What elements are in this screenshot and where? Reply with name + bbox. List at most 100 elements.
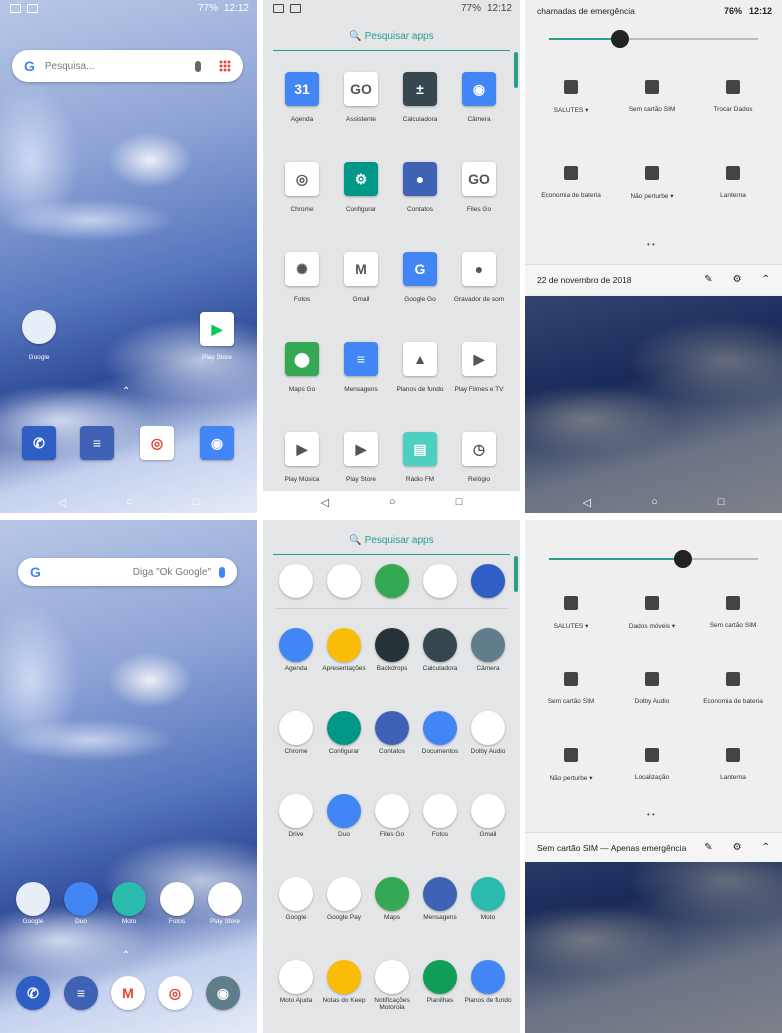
app-icon[interactable] bbox=[279, 711, 313, 745]
qs-tile[interactable]: Não perturbe ▾ bbox=[612, 166, 692, 200]
app-icon[interactable]: ● bbox=[462, 252, 496, 286]
qs-tile[interactable]: Dolby Audio bbox=[612, 672, 692, 705]
favorite-app-icon[interactable] bbox=[375, 564, 409, 598]
app-icon[interactable] bbox=[375, 711, 409, 745]
app-icon[interactable] bbox=[375, 877, 409, 911]
app-icon[interactable]: G bbox=[403, 252, 437, 286]
app-icon[interactable] bbox=[327, 960, 361, 994]
app-icon[interactable] bbox=[471, 877, 505, 911]
scrollbar[interactable] bbox=[514, 52, 518, 88]
app-icon[interactable]: ≡ bbox=[344, 342, 378, 376]
qs-tile[interactable]: Sem cartão SIM bbox=[531, 672, 611, 705]
home-app-icon[interactable] bbox=[64, 882, 98, 916]
app-icon[interactable] bbox=[423, 628, 457, 662]
app-icon[interactable]: GO bbox=[462, 162, 496, 196]
favorite-app-icon[interactable] bbox=[327, 564, 361, 598]
app-icon[interactable]: ◎ bbox=[285, 162, 319, 196]
home-icon[interactable]: ○ bbox=[389, 496, 396, 508]
edit-icon[interactable]: ✎ bbox=[704, 842, 712, 853]
edit-icon[interactable]: ✎ bbox=[704, 274, 712, 285]
google-folder[interactable] bbox=[22, 310, 56, 344]
app-icon[interactable]: ✺ bbox=[285, 252, 319, 286]
mic-icon[interactable] bbox=[219, 566, 225, 578]
favorite-app-icon[interactable] bbox=[471, 564, 505, 598]
mic-icon[interactable] bbox=[195, 60, 201, 72]
qs-tile[interactable]: Economia de bateria bbox=[531, 166, 611, 199]
app-icon[interactable] bbox=[423, 877, 457, 911]
app-icon[interactable] bbox=[423, 794, 457, 828]
app-icon[interactable] bbox=[327, 711, 361, 745]
app-icon[interactable] bbox=[471, 711, 505, 745]
brightness-knob[interactable] bbox=[611, 30, 630, 48]
recents-icon[interactable]: □ bbox=[193, 496, 200, 508]
qs-tile[interactable]: Economia de bateria bbox=[693, 672, 773, 705]
qs-tile[interactable]: Trocar Dados bbox=[693, 80, 773, 113]
search-apps-field[interactable]: 🔍 Pesquisar apps bbox=[273, 28, 510, 51]
messages-icon[interactable]: ≡ bbox=[80, 426, 114, 460]
qs-tile[interactable]: SALUTES ▾ bbox=[531, 80, 611, 114]
recents-icon[interactable]: □ bbox=[456, 496, 463, 508]
gmail-icon[interactable]: M bbox=[111, 976, 145, 1010]
scrollbar[interactable] bbox=[514, 556, 518, 592]
collapse-icon[interactable]: ⌃ bbox=[762, 274, 770, 285]
back-icon[interactable]: ◁ bbox=[583, 496, 591, 509]
messages-icon[interactable]: ≡ bbox=[64, 976, 98, 1010]
app-icon[interactable] bbox=[375, 794, 409, 828]
app-icon[interactable]: 31 bbox=[285, 72, 319, 106]
app-icon[interactable] bbox=[423, 960, 457, 994]
back-icon[interactable]: ◁ bbox=[58, 496, 66, 509]
search-apps-field[interactable]: 🔍 Pesquisar apps bbox=[273, 532, 510, 555]
app-icon[interactable] bbox=[279, 794, 313, 828]
qs-tile[interactable]: Localização bbox=[612, 748, 692, 781]
camera-icon[interactable]: ◉ bbox=[200, 426, 234, 460]
chrome-icon[interactable]: ◎ bbox=[158, 976, 192, 1010]
qs-tile[interactable]: Lanterna bbox=[693, 166, 773, 199]
app-icon[interactable]: ▶ bbox=[462, 342, 496, 376]
google-search-bar[interactable]: G Pesquisa... bbox=[12, 50, 243, 82]
app-icon[interactable] bbox=[327, 877, 361, 911]
app-icon[interactable]: ▲ bbox=[403, 342, 437, 376]
app-icon[interactable]: M bbox=[344, 252, 378, 286]
home-app-icon[interactable] bbox=[16, 882, 50, 916]
app-icon[interactable]: ● bbox=[403, 162, 437, 196]
play-store-icon[interactable]: ▶ bbox=[200, 312, 234, 346]
app-icon[interactable]: ◉ bbox=[462, 72, 496, 106]
app-icon[interactable] bbox=[279, 628, 313, 662]
qs-tile[interactable]: Sem cartão SIM bbox=[612, 80, 692, 113]
app-icon[interactable] bbox=[327, 794, 361, 828]
apps-grid-icon[interactable] bbox=[219, 60, 231, 72]
app-icon[interactable]: ± bbox=[403, 72, 437, 106]
app-icon[interactable]: ▶ bbox=[344, 432, 378, 466]
app-icon[interactable] bbox=[375, 628, 409, 662]
chevron-up-icon[interactable]: ⌃ bbox=[122, 950, 130, 961]
qs-tile[interactable]: Lanterna bbox=[693, 748, 773, 781]
collapse-icon[interactable]: ⌃ bbox=[762, 842, 770, 853]
favorite-app-icon[interactable] bbox=[279, 564, 313, 598]
recents-icon[interactable]: □ bbox=[718, 496, 725, 508]
app-icon[interactable] bbox=[471, 628, 505, 662]
google-search-bar[interactable]: G Diga "Ok Google" bbox=[18, 558, 237, 586]
settings-gear-icon[interactable]: ⚙ bbox=[733, 274, 742, 285]
app-icon[interactable] bbox=[279, 960, 313, 994]
app-icon[interactable] bbox=[471, 960, 505, 994]
qs-tile[interactable]: SALUTES ▾ bbox=[531, 596, 611, 630]
brightness-slider[interactable] bbox=[549, 30, 758, 48]
home-icon[interactable]: ○ bbox=[651, 496, 658, 508]
qs-tile[interactable]: Sem cartão SIM bbox=[693, 596, 773, 629]
qs-tile[interactable]: Não perturbe ▾ bbox=[531, 748, 611, 782]
camera-icon[interactable]: ◉ bbox=[206, 976, 240, 1010]
settings-gear-icon[interactable]: ⚙ bbox=[733, 842, 742, 853]
chevron-up-icon[interactable]: ⌃ bbox=[122, 386, 130, 397]
phone-icon[interactable]: ✆ bbox=[16, 976, 50, 1010]
brightness-knob[interactable] bbox=[673, 550, 692, 568]
home-app-icon[interactable] bbox=[208, 882, 242, 916]
app-icon[interactable]: ▤ bbox=[403, 432, 437, 466]
app-icon[interactable] bbox=[375, 960, 409, 994]
app-icon[interactable] bbox=[423, 711, 457, 745]
app-icon[interactable] bbox=[279, 877, 313, 911]
qs-tile[interactable]: Dados móveis ▾ bbox=[612, 596, 692, 630]
phone-icon[interactable]: ✆ bbox=[22, 426, 56, 460]
home-app-icon[interactable] bbox=[160, 882, 194, 916]
app-icon[interactable]: ⚙ bbox=[344, 162, 378, 196]
brightness-slider[interactable] bbox=[549, 550, 758, 568]
